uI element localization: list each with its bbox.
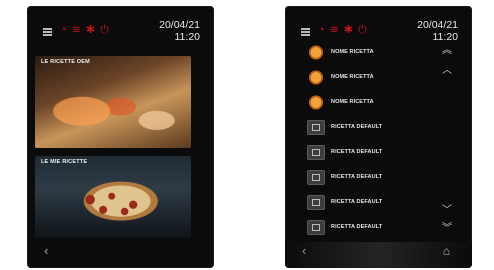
time-text: 11:20 xyxy=(174,31,201,43)
pizza-icon xyxy=(307,95,325,110)
status-icons: ◔ ≋ ✱ ⏻ xyxy=(318,23,367,37)
menu-icon[interactable] xyxy=(301,28,310,36)
recipe-icon xyxy=(307,120,325,135)
pizza-image xyxy=(73,186,159,220)
status-bar: ◔ ≋ ✱ ⏻ 20/04/21 11:20 xyxy=(27,14,214,44)
recipe-label: RICETTA DEFAULT xyxy=(331,199,383,205)
recipe-label: NOME RICETTA xyxy=(331,49,374,55)
recipe-icon xyxy=(307,170,325,185)
wifi-icon: ≋ xyxy=(329,24,339,36)
datetime: 20/04/21 11:20 xyxy=(159,19,200,43)
pizza-icon xyxy=(307,70,325,85)
recipe-icon xyxy=(307,145,325,160)
pizza-status-icon: ◔ xyxy=(318,24,325,36)
status-icons: ◔ ≋ ✱ ⏻ xyxy=(60,23,109,37)
recipe-label: RICETTA DEFAULT xyxy=(331,124,383,130)
list-item[interactable]: RICETTA DEFAULT xyxy=(301,115,441,140)
list-item[interactable]: RICETTA DEFAULT xyxy=(301,190,441,215)
list-item[interactable]: NOME RICETTA xyxy=(301,40,441,65)
recipe-label: NOME RICETTA xyxy=(331,99,374,105)
my-recipes-panel[interactable]: LE MIE RICETTE xyxy=(35,156,191,238)
pizza-status-icon: ◔ xyxy=(60,24,67,36)
recipe-label: NOME RICETTA xyxy=(331,74,374,80)
date-text: 20/04/21 xyxy=(159,19,200,31)
scroll-down-icon[interactable]: ﹀ xyxy=(442,206,452,216)
recipe-label: RICETTA DEFAULT xyxy=(331,224,383,230)
list-item[interactable]: RICETTA DEFAULT xyxy=(301,165,441,190)
power-icon: ⏻ xyxy=(100,24,109,36)
scroll-top-icon[interactable]: ︽ xyxy=(442,46,452,56)
panel-label: LE MIE RICETTE xyxy=(41,159,88,165)
recipe-label: RICETTA DEFAULT xyxy=(331,174,383,180)
panel-label: LE RICETTE OEM xyxy=(41,59,90,65)
menu-icon[interactable] xyxy=(43,28,52,36)
fan-icon: ✱ xyxy=(85,24,96,36)
list-item[interactable]: RICETTA DEFAULT xyxy=(301,140,441,165)
list-item[interactable]: NOME RICETTA xyxy=(301,65,441,90)
left-screen: ◔ ≋ ✱ ⏻ 20/04/21 11:20 LE RICETTE OEM LE… xyxy=(27,6,214,268)
recipe-list: NOME RICETTA NOME RICETTA NOME RICETTA R… xyxy=(301,40,441,240)
back-arrow-icon[interactable]: ‹ xyxy=(302,244,306,257)
home-icon[interactable]: ⌂ xyxy=(443,244,450,258)
recipe-icon xyxy=(307,195,325,210)
back-arrow-icon[interactable]: ‹ xyxy=(44,244,48,257)
list-item[interactable]: RICETTA DEFAULT xyxy=(301,215,441,240)
pizza-icon xyxy=(307,45,325,60)
fan-icon: ✱ xyxy=(343,24,354,36)
recipe-label: RICETTA DEFAULT xyxy=(331,149,383,155)
scroll-bottom-icon[interactable]: ︾ xyxy=(442,224,452,234)
right-screen: ◔ ≋ ✱ ⏻ 20/04/21 11:20 NOME RICETTA NOME… xyxy=(285,6,472,268)
date-text: 20/04/21 xyxy=(417,19,458,31)
power-icon: ⏻ xyxy=(358,24,367,36)
list-item[interactable]: NOME RICETTA xyxy=(301,90,441,115)
recipe-icon xyxy=(307,220,325,235)
wifi-icon: ≋ xyxy=(71,24,81,36)
oem-recipes-panel[interactable]: LE RICETTE OEM xyxy=(35,56,191,148)
scroll-up-icon[interactable]: ︿ xyxy=(442,66,452,76)
